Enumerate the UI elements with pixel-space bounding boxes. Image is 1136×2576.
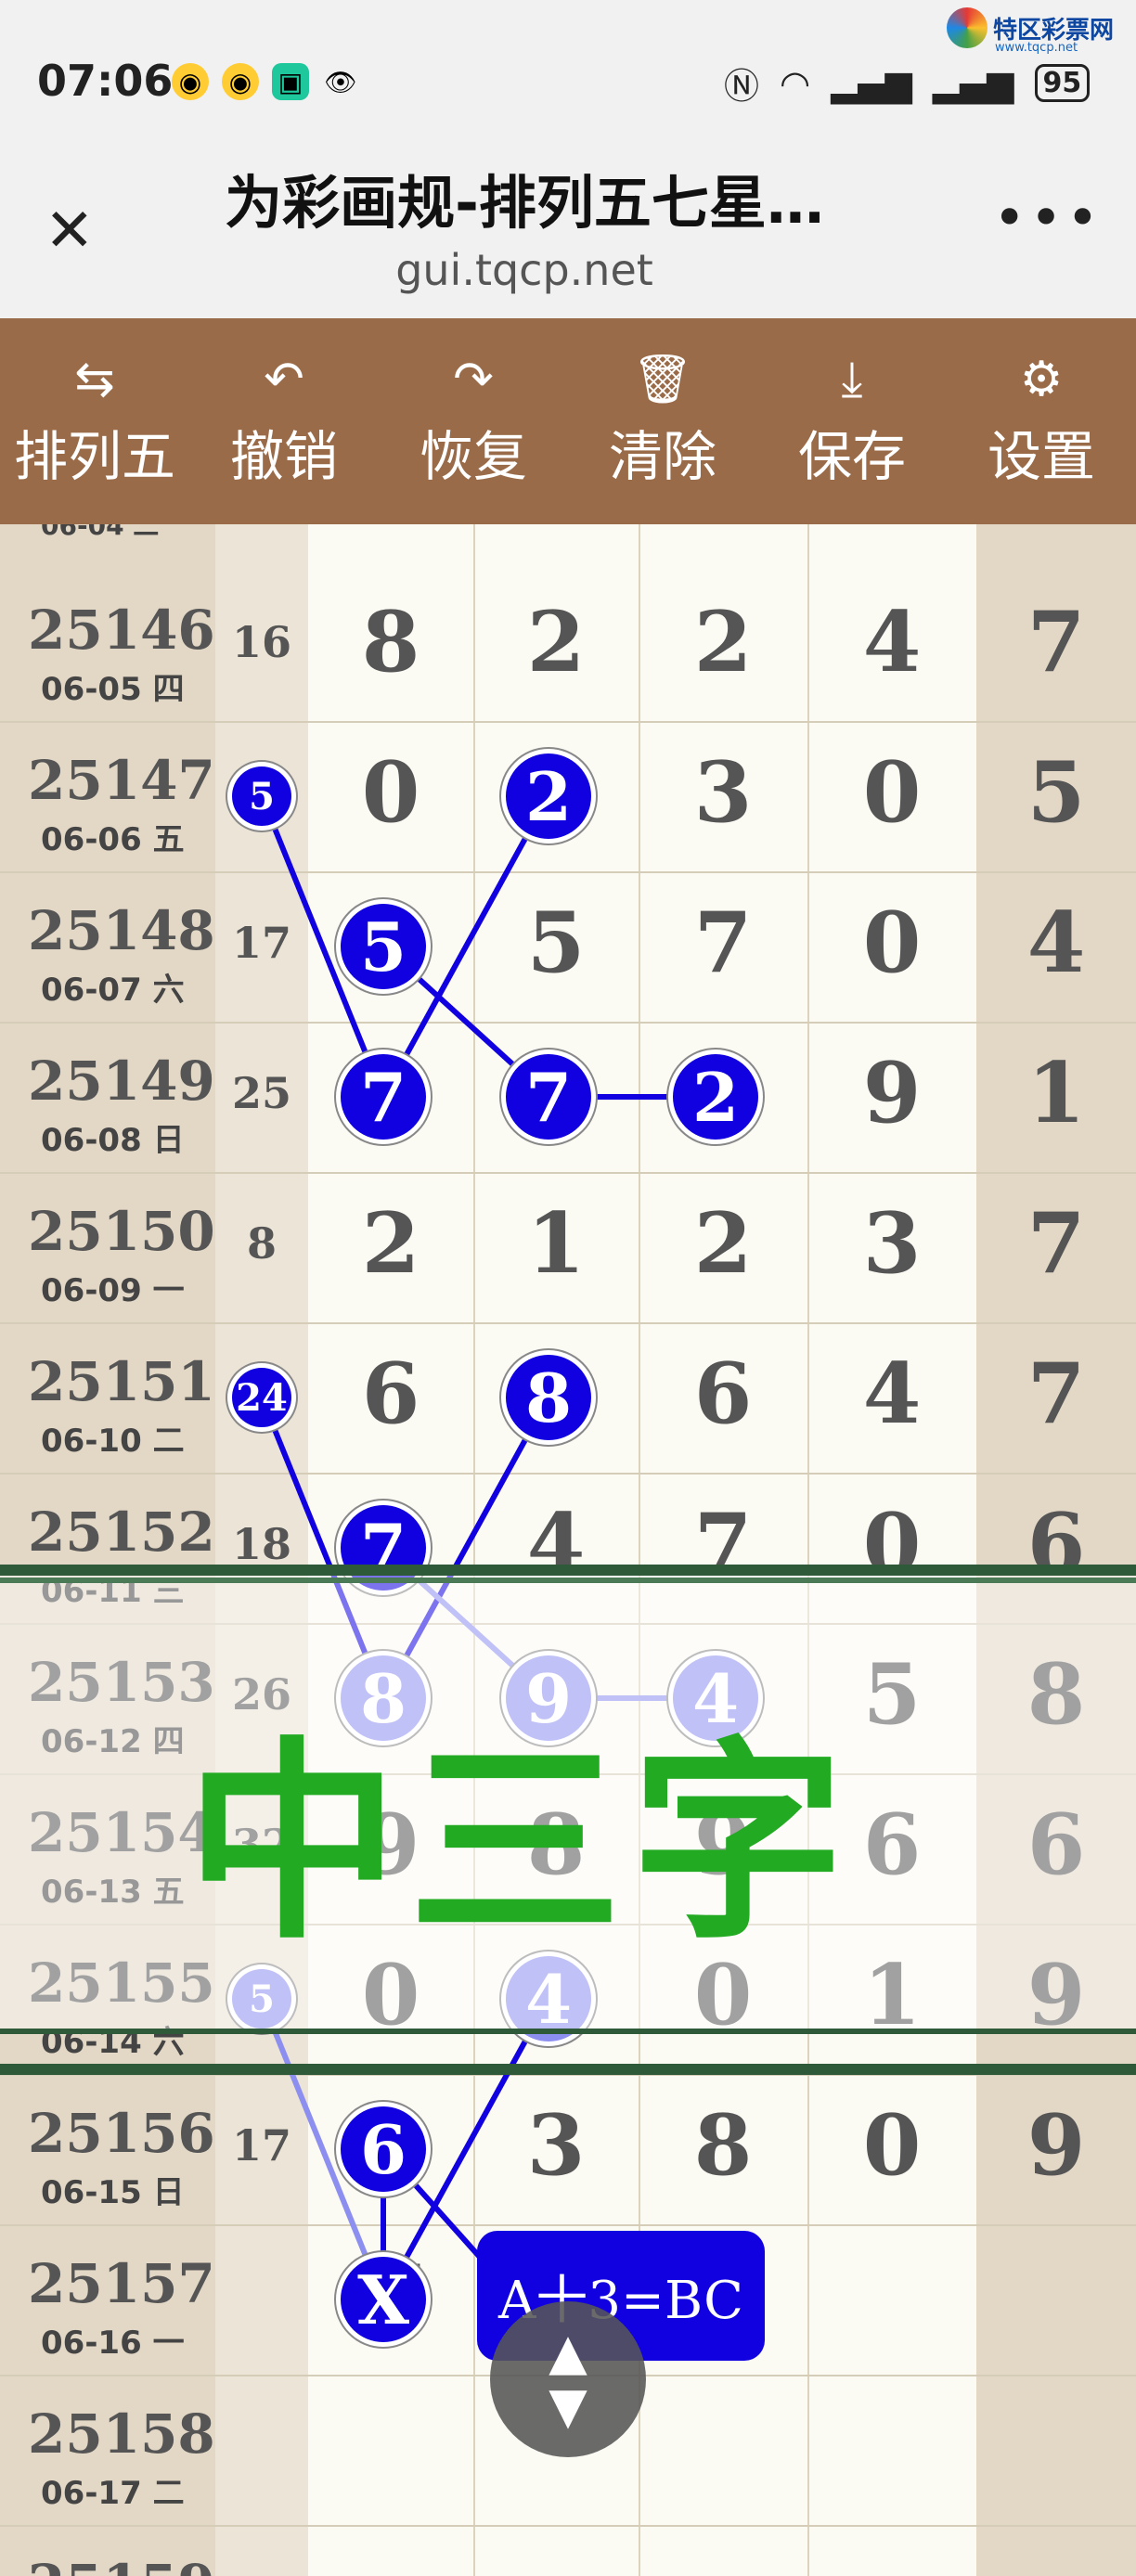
toolbar-label: 清除 (608, 425, 716, 488)
highlight-ball[interactable]: 8 (506, 1355, 591, 1440)
close-button[interactable]: ✕ (45, 197, 95, 265)
page-title: 为彩画规-排列五七星… (225, 169, 824, 237)
trash-icon: 🗑 (631, 352, 693, 407)
highlight-ball[interactable]: X (341, 2257, 426, 2342)
system-status: Ⓝ ◠ ▂▄▆ ▂▄▆ 95 (724, 58, 1091, 109)
weibo-icon: ◉ (172, 63, 209, 100)
toolbar: ⇆ 排列五 ↶ 撤销 ↷ 恢复 🗑 清除 ⤓ 保存 ⚙ 设置 (0, 318, 1136, 524)
logo-name: 特区彩票网 (993, 16, 1115, 45)
highlight-ball[interactable]: 24 (232, 1368, 291, 1427)
highlight-ball[interactable]: 5 (232, 766, 291, 826)
notification-icons: ◉ ◉ ▣ 👁 (172, 63, 359, 100)
more-menu-button[interactable]: ••• (993, 186, 1103, 251)
battery-indicator: 95 (1034, 64, 1091, 102)
download-icon: ⤓ (841, 352, 863, 407)
undo-icon: ↶ (264, 352, 304, 407)
toolbar-label: 设置 (987, 425, 1095, 488)
page-url: gui.tqcp.net (395, 245, 653, 295)
highlight-ball[interactable]: 2 (506, 753, 591, 839)
status-bar: 07:06 ◉ ◉ ▣ 👁 Ⓝ ◠ ▂▄▆ ▂▄▆ 95 特区彩票网 www.t… (0, 0, 1136, 167)
eye-icon: 👁 (324, 66, 357, 97)
gear-icon: ⚙ (1019, 352, 1064, 407)
highlight-ball[interactable]: 7 (506, 1054, 591, 1140)
highlight-ball[interactable]: 7 (341, 1054, 426, 1140)
wifi-icon: ◠ (780, 62, 811, 104)
app-icon: ▣ (272, 63, 309, 100)
highlight-ball[interactable]: 5 (341, 904, 426, 989)
band-line-bottom (0, 2029, 1136, 2034)
overlay-text: 中三字 (186, 1720, 855, 1968)
toolbar-save-button[interactable]: ⤓ 保存 (757, 318, 947, 524)
status-time: 07:06 (37, 56, 174, 106)
weibo-icon-2: ◉ (222, 63, 259, 100)
band-line-top-2 (0, 1578, 1136, 1583)
toolbar-switch-button[interactable]: ⇆ 排列五 (0, 318, 189, 524)
band-line-bottom-2 (0, 2064, 1136, 2075)
logo-icon (947, 7, 988, 48)
logo-url: www.tqcp.net (995, 41, 1078, 55)
toolbar-settings-button[interactable]: ⚙ 设置 (947, 318, 1136, 524)
chevron-up-icon: ▲ (549, 2323, 587, 2381)
band-line-top (0, 1565, 1136, 1576)
swap-icon: ⇆ (74, 352, 115, 407)
toolbar-label: 排列五 (13, 425, 175, 488)
nfc-icon: Ⓝ (724, 66, 760, 107)
scroll-toggle-button[interactable]: ▲ ▼ (490, 2301, 646, 2457)
signal-icon-2: ▂▄▆ (932, 62, 1014, 104)
chevron-down-icon: ▼ (549, 2376, 587, 2435)
toolbar-label: 撤销 (229, 425, 338, 488)
signal-icon: ▂▄▆ (831, 62, 912, 104)
toolbar-clear-button[interactable]: 🗑 清除 (568, 318, 757, 524)
toolbar-label: 保存 (797, 425, 906, 488)
highlight-ball[interactable]: 6 (341, 2106, 426, 2192)
highlight-ball[interactable]: 2 (673, 1054, 758, 1140)
toolbar-label: 恢复 (419, 425, 527, 488)
toolbar-redo-button[interactable]: ↷ 恢复 (379, 318, 568, 524)
redo-icon: ↷ (453, 352, 494, 407)
toolbar-undo-button[interactable]: ↶ 撤销 (189, 318, 379, 524)
